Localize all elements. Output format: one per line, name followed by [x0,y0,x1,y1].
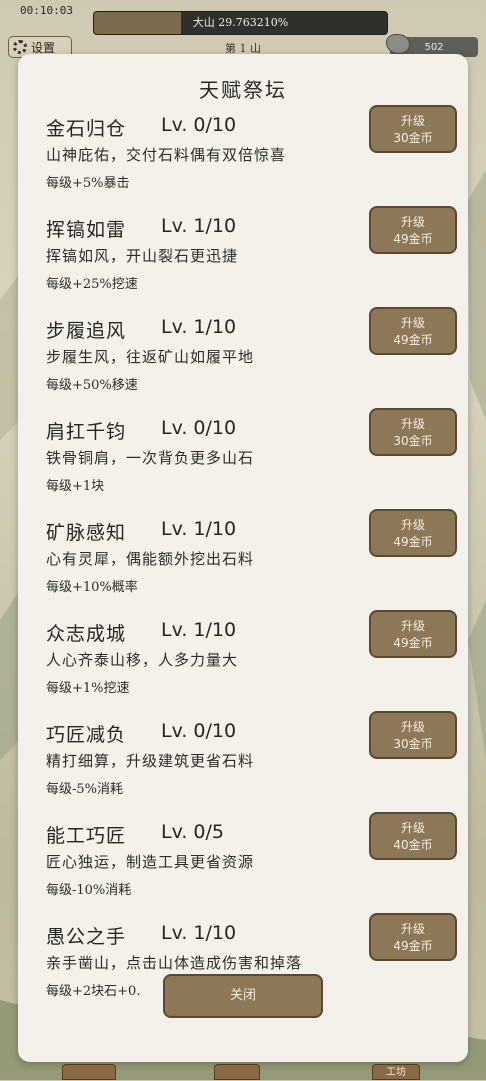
progress-text: 大山 29.763210% [192,16,289,29]
upgrade-cost: 49金币 [393,232,433,246]
mountain-progress-bar: 大山 29.763210% [93,11,388,35]
talent-effect: 每级+1块 [46,479,105,494]
upgrade-button[interactable]: 升级 30金币 [369,408,457,456]
upgrade-label: 升级 [400,821,425,835]
upgrade-label: 升级 [400,720,425,734]
modal-title: 天赋祭坛 [199,78,287,102]
bottom-tab-workshop[interactable]: 工坊 [372,1064,420,1080]
talent-altar-modal: 天赋祭坛 金石归仓 Lv. 0/10 山神庇佑，交付石料偶有双倍惊喜 每级+5%… [18,54,468,1062]
talent-effect: 每级+50%移速 [46,378,138,393]
talent-name: 愚公之手 [46,926,127,948]
upgrade-button[interactable]: 升级 40金币 [369,812,457,860]
talent-description: 山神庇佑，交付石料偶有双倍惊喜 [46,146,287,164]
talent-effect: 每级-5%消耗 [46,782,124,797]
talent-effect: 每级+5%暴击 [46,176,130,191]
stone-count: 502 [424,41,444,53]
upgrade-label: 升级 [400,518,425,532]
upgrade-button[interactable]: 升级 49金币 [369,307,457,355]
talent-description: 铁骨铜肩，一次背负更多山石 [46,449,255,467]
talent-level: Lv. 1/10 [161,518,237,540]
talent-level: Lv. 1/10 [161,922,237,944]
talent-name: 巧匠减负 [46,724,127,746]
close-button[interactable]: 关闭 [163,974,323,1018]
upgrade-label: 升级 [400,215,425,229]
upgrade-cost: 40金币 [393,838,433,852]
upgrade-cost: 49金币 [393,636,433,650]
upgrade-button[interactable]: 升级 49金币 [369,509,457,557]
talent-row: 能工巧匠 Lv. 0/5 匠心独运，制造工具更省资源 每级-10%消耗 升级 4… [18,812,468,921]
upgrade-button[interactable]: 升级 49金币 [369,913,457,961]
talent-description: 亲手凿山，点击山体造成伤害和掉落 [46,954,303,972]
talent-row: 挥镐如雷 Lv. 1/10 挥镐如风，开山裂石更迅捷 每级+25%挖速 升级 4… [18,206,468,315]
talent-row: 众志成城 Lv. 1/10 人心齐泰山移，人多力量大 每级+1%挖速 升级 49… [18,610,468,719]
bottom-tab-middle[interactable] [214,1064,260,1080]
talent-name: 步履追风 [46,320,127,342]
talent-description: 人心齐泰山移，人多力量大 [46,651,239,669]
upgrade-cost: 30金币 [393,434,433,448]
talent-row: 步履追风 Lv. 1/10 步履生风，往返矿山如履平地 每级+50%移速 升级 … [18,307,468,416]
talent-level: Lv. 1/10 [161,215,237,237]
upgrade-label: 升级 [400,114,425,128]
talent-description: 精打细算，升级建筑更省石料 [46,752,255,770]
talent-effect: 每级+25%挖速 [46,277,138,292]
upgrade-button[interactable]: 升级 30金币 [369,711,457,759]
stone-icon [386,34,410,54]
talent-description: 挥镐如风，开山裂石更迅捷 [46,247,239,265]
talent-name: 肩扛千钧 [46,421,127,443]
talent-effect: 每级+1%挖速 [46,681,130,696]
talent-name: 能工巧匠 [46,825,127,847]
talent-effect: 每级-10%消耗 [46,883,132,898]
talent-row: 金石归仓 Lv. 0/10 山神庇佑，交付石料偶有双倍惊喜 每级+5%暴击 升级… [18,105,468,214]
talent-level: Lv. 1/10 [161,316,237,338]
talent-level: Lv. 0/5 [161,821,225,843]
upgrade-cost: 49金币 [393,939,433,953]
upgrade-button[interactable]: 升级 49金币 [369,610,457,658]
talent-name: 众志成城 [46,623,127,645]
upgrade-label: 升级 [400,417,425,431]
talent-row: 肩扛千钧 Lv. 0/10 铁骨铜肩，一次背负更多山石 每级+1块 升级 30金… [18,408,468,517]
talent-level: Lv. 0/10 [161,720,237,742]
talent-level: Lv. 0/10 [161,417,237,439]
upgrade-cost: 49金币 [393,333,433,347]
upgrade-cost: 30金币 [393,131,433,145]
talent-row: 巧匠减负 Lv. 0/10 精打细算，升级建筑更省石料 每级-5%消耗 升级 3… [18,711,468,820]
talent-row: 矿脉感知 Lv. 1/10 心有灵犀，偶能额外挖出石料 每级+10%概率 升级 … [18,509,468,618]
upgrade-label: 升级 [400,619,425,633]
elapsed-timer: 00:10:03 [20,4,73,17]
talent-description: 心有灵犀，偶能额外挖出石料 [46,550,255,568]
talent-level: Lv. 1/10 [161,619,237,641]
bottom-tab-left[interactable] [62,1064,116,1080]
talent-description: 步履生风，往返矿山如履平地 [46,348,255,366]
talent-name: 矿脉感知 [46,522,127,544]
upgrade-button[interactable]: 升级 30金币 [369,105,457,153]
upgrade-label: 升级 [400,316,425,330]
talent-effect: 每级+10%概率 [46,580,138,595]
upgrade-cost: 30金币 [393,737,433,751]
upgrade-button[interactable]: 升级 49金币 [369,206,457,254]
upgrade-label: 升级 [400,922,425,936]
talent-name: 金石归仓 [46,118,127,140]
talent-name: 挥镐如雷 [46,219,127,241]
upgrade-cost: 49金币 [393,535,433,549]
talent-level: Lv. 0/10 [161,114,237,136]
talent-effect: 每级+2块石+0. [46,984,141,999]
talent-description: 匠心独运，制造工具更省资源 [46,853,255,871]
